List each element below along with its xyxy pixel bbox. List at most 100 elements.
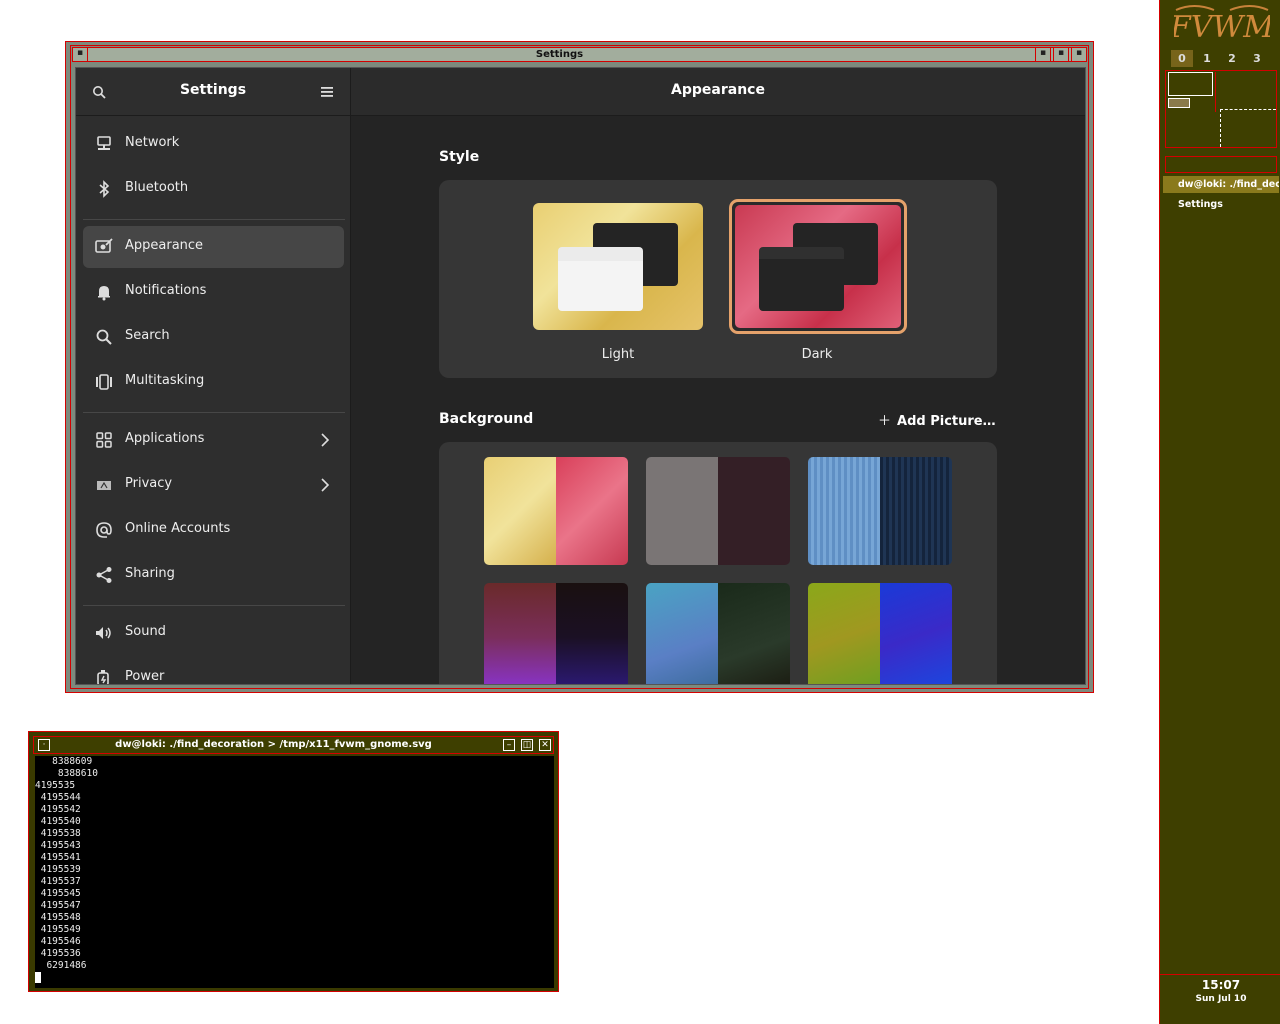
terminal-line: 6291486: [35, 960, 87, 971]
minimize-button[interactable]: ▪: [1035, 47, 1051, 62]
terminal-cursor: [35, 972, 41, 983]
settings-app: Settings Network Bluetooth Appearance No…: [75, 67, 1086, 685]
desktop-pager[interactable]: [1165, 70, 1277, 148]
sidebar-item-sharing[interactable]: Sharing: [83, 554, 344, 596]
taskbar-item-settings[interactable]: Settings: [1163, 196, 1279, 213]
desk-button-0[interactable]: 0: [1171, 50, 1193, 67]
terminal-line: 4195549: [35, 924, 81, 935]
speaker-icon: [96, 627, 111, 639]
terminal-line: 8388609: [35, 756, 93, 767]
sidebar-item-applications[interactable]: Applications: [83, 419, 344, 461]
bell-icon: [98, 286, 110, 301]
add-picture-label: Add Picture…: [897, 414, 996, 429]
sidebar-item-label: Power: [125, 669, 165, 684]
background-thumbnail[interactable]: [808, 583, 952, 684]
sidebar-item-multitasking[interactable]: Multitasking: [83, 361, 344, 403]
taskbar-item-terminal[interactable]: dw@loki: ./find_deco: [1163, 176, 1279, 193]
terminal-title: dw@loki: ./find_decoration > /tmp/x11_fv…: [115, 739, 432, 750]
sidebar-header: Settings: [76, 68, 350, 116]
terminal-line: 4195545: [35, 888, 81, 899]
sidebar-item-label: Sound: [125, 624, 166, 639]
sidebar-item-sound[interactable]: Sound: [83, 612, 344, 654]
page-title: Appearance: [671, 82, 765, 98]
power-icon: [97, 670, 109, 684]
minimize-button[interactable]: –: [503, 739, 515, 751]
terminal-line: 8388610: [35, 768, 98, 779]
terminal-titlebar[interactable]: · dw@loki: ./find_decoration > /tmp/x11_…: [33, 736, 554, 754]
background-thumbnail[interactable]: [484, 583, 628, 684]
terminal-line: 4195536: [35, 948, 81, 959]
sidebar-item-label: Bluetooth: [125, 180, 189, 195]
window-menu-button[interactable]: ·: [38, 739, 50, 751]
terminal-window-frame: · dw@loki: ./find_decoration > /tmp/x11_…: [28, 731, 559, 992]
hand-icon: [97, 481, 111, 490]
style-card: Light Dark: [439, 180, 997, 378]
pager-window-terminal[interactable]: [1168, 98, 1190, 108]
add-picture-button[interactable]: ＋ Add Picture…: [878, 410, 996, 429]
sidebar-item-appearance[interactable]: Appearance: [83, 226, 344, 268]
sidebar-separator: [83, 219, 345, 220]
share-icon: [96, 567, 112, 583]
clock-date: Sun Jul 10: [1195, 994, 1247, 1004]
main-header: Appearance: [351, 68, 1085, 116]
close-button[interactable]: ✕: [539, 739, 551, 751]
pager-strip: [1165, 156, 1277, 173]
terminal-line: 4195542: [35, 804, 81, 815]
terminal-line: 4195540: [35, 816, 81, 827]
terminal-line: 4195539: [35, 864, 81, 875]
sidebar-item-network[interactable]: Network: [83, 123, 344, 165]
sidebar-item-online-accounts[interactable]: Online Accounts: [83, 509, 344, 551]
sidebar-separator: [83, 412, 345, 413]
background-thumbnail[interactable]: [646, 457, 790, 565]
style-section-title: Style: [439, 149, 480, 165]
settings-titlebar[interactable]: ▪ Settings ▪ ▪ ▪: [72, 47, 1087, 62]
chevron-right-icon: [321, 433, 330, 447]
plus-icon: ＋: [878, 414, 892, 429]
terminal-line: 4195537: [35, 876, 81, 887]
background-thumbnail[interactable]: [808, 457, 952, 565]
background-thumbnail[interactable]: [484, 457, 628, 565]
sidebar-item-label: Search: [125, 328, 170, 343]
sidebar-item-label: Online Accounts: [125, 521, 231, 536]
sidebar-item-label: Multitasking: [125, 373, 205, 388]
sidebar-item-power[interactable]: Power: [83, 657, 344, 684]
chevron-right-icon: [321, 478, 330, 492]
terminal-line: 4195538: [35, 828, 81, 839]
sidebar-title: Settings: [179, 82, 247, 98]
sidebar-item-label: Network: [125, 135, 180, 150]
maximize-button[interactable]: ◫: [521, 739, 533, 751]
clock-time: 15:07: [1201, 978, 1241, 992]
background-thumbnail[interactable]: [646, 583, 790, 684]
desk-button-2[interactable]: 2: [1221, 50, 1243, 67]
sidebar-item-label: Applications: [125, 431, 205, 446]
background-section-title: Background: [439, 411, 534, 427]
clock: 15:07 Sun Jul 10: [1163, 978, 1279, 1004]
pager-window-settings[interactable]: [1168, 72, 1213, 96]
desk-button-3[interactable]: 3: [1246, 50, 1268, 67]
hamburger-menu-icon[interactable]: [320, 85, 334, 99]
network-icon: [97, 136, 111, 150]
terminal-line: 4195548: [35, 912, 81, 923]
svg-text:FVWM: FVWM: [1174, 10, 1270, 44]
sidebar-item-label: Sharing: [125, 566, 175, 581]
sidebar-item-label: Appearance: [125, 238, 204, 253]
style-option-dark[interactable]: [729, 199, 907, 334]
terminal-output[interactable]: 8388609 8388610 4195535 4195544 4195542 4…: [35, 756, 554, 988]
appearance-icon: [95, 238, 113, 253]
sidebar-item-privacy[interactable]: Privacy: [83, 464, 344, 506]
apps-grid-icon: [96, 432, 112, 448]
sidebar-item-notifications[interactable]: Notifications: [83, 271, 344, 313]
terminal-line: 4195543: [35, 840, 81, 851]
window-title: Settings: [535, 49, 584, 60]
style-option-light[interactable]: [533, 203, 703, 330]
window-menu-button[interactable]: ▪: [72, 47, 88, 62]
multitasking-icon: [96, 374, 112, 390]
sidebar-item-bluetooth[interactable]: Bluetooth: [83, 168, 344, 210]
background-card: [439, 442, 997, 684]
desk-button-1[interactable]: 1: [1196, 50, 1218, 67]
maximize-button[interactable]: ▪: [1053, 47, 1069, 62]
at-icon: [96, 522, 112, 538]
terminal-line: 4195535: [35, 780, 76, 791]
sidebar-item-search[interactable]: Search: [83, 316, 344, 358]
close-button[interactable]: ▪: [1071, 47, 1087, 62]
